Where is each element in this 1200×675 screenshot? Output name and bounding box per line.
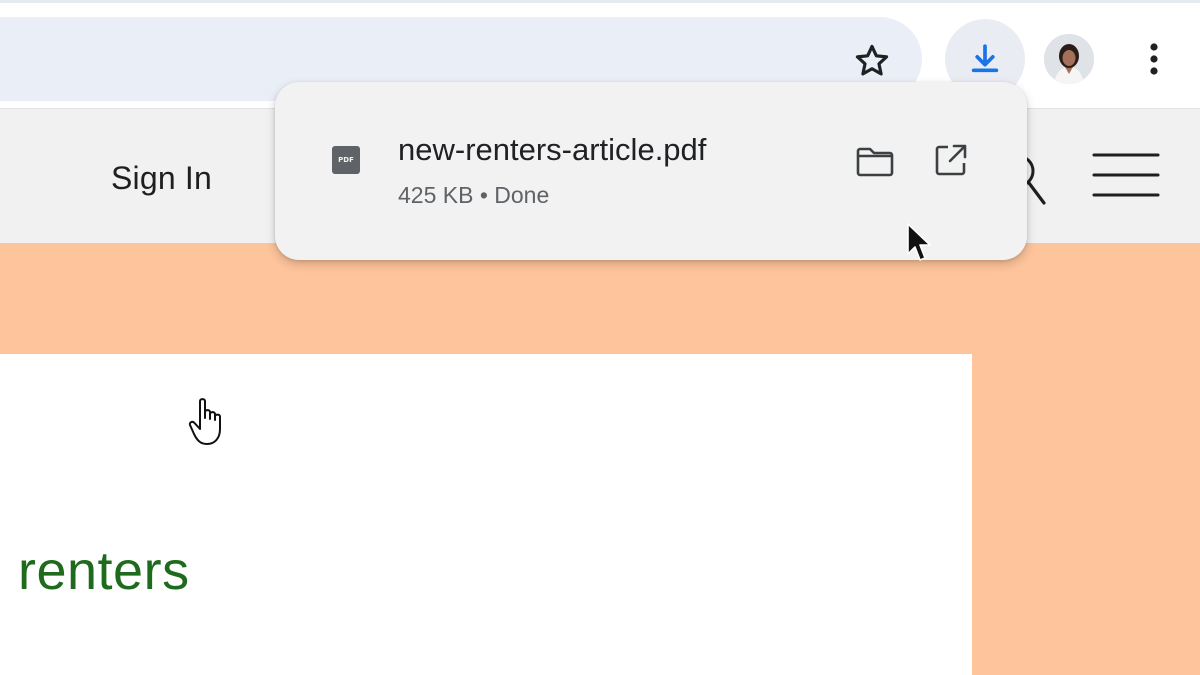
bookmark-button[interactable] (846, 37, 898, 85)
star-icon (855, 44, 889, 76)
sign-in-link[interactable]: Sign In (111, 160, 212, 197)
show-in-folder-button[interactable] (851, 142, 899, 182)
article-card (0, 354, 972, 675)
hamburger-menu-icon (1092, 153, 1160, 197)
browser-menu-button[interactable] (1130, 35, 1178, 83)
article-title: renters (18, 541, 190, 601)
open-external-icon (935, 144, 967, 176)
folder-icon (856, 147, 894, 177)
avatar (1044, 34, 1094, 84)
profile-avatar[interactable] (1044, 34, 1094, 84)
more-vert-icon (1150, 43, 1158, 75)
browser-window: Sign In renters PDF new-renters-article.… (0, 0, 1200, 675)
pdf-file-icon: PDF (332, 146, 360, 174)
open-file-button[interactable] (927, 138, 975, 182)
download-status: 425 KB • Done (398, 182, 550, 208)
download-bubble: PDF new-renters-article.pdf 425 KB • Don… (275, 82, 1027, 260)
download-file-name[interactable]: new-renters-article.pdf (398, 132, 706, 168)
site-menu-button[interactable] (1092, 152, 1160, 200)
download-icon (971, 44, 999, 73)
